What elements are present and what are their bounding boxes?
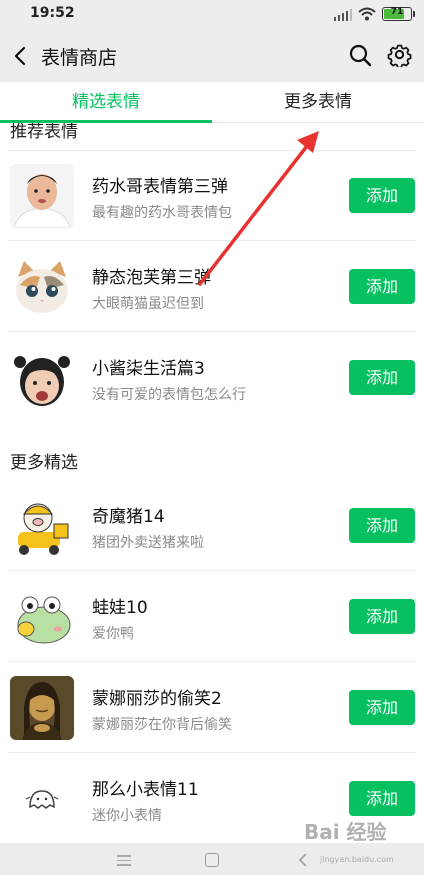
wifi-icon (358, 7, 376, 21)
battery-icon: 71 (382, 7, 415, 21)
sticker-title: 小酱柒生活篇3 (92, 359, 205, 379)
add-button[interactable]: 添加 (349, 360, 415, 395)
nav-bar: 表情商店 (0, 30, 424, 82)
sticker-title: 奇魔猪14 (92, 507, 165, 527)
sticker-subtitle: 最有趣的药水哥表情包 (92, 205, 232, 221)
add-button[interactable]: 添加 (349, 781, 415, 816)
add-button[interactable]: 添加 (349, 178, 415, 213)
sticker-thumbnail (10, 767, 74, 831)
add-button[interactable]: 添加 (349, 508, 415, 543)
sticker-thumbnail (10, 676, 74, 740)
sticker-subtitle: 大眼萌猫虽迟但到 (92, 296, 204, 312)
sticker-subtitle: 没有可爱的表情包怎么行 (92, 387, 246, 403)
sticker-list[interactable]: 推荐表情 药水哥表情第三弹 最有趣的药水哥表情包 添加 静态泡芙第三弹 大眼萌猫… (0, 123, 424, 843)
status-icons: 71 (333, 5, 415, 23)
sticker-subtitle: 爱你鸭 (92, 626, 134, 642)
search-icon[interactable] (348, 43, 372, 67)
sticker-subtitle: 迷你小表情 (92, 808, 162, 824)
sticker-thumbnail (10, 494, 74, 558)
watermark-logo: Bai 经验 (304, 820, 387, 844)
list-item[interactable]: 奇魔猪14 猪团外卖送猪来啦 添加 (0, 480, 424, 571)
sticker-title: 蒙娜丽莎的偷笑2 (92, 689, 222, 709)
sticker-subtitle: 猪团外卖送猪来啦 (92, 535, 204, 551)
back-icon[interactable] (10, 42, 30, 70)
list-item[interactable]: 小酱柒生活篇3 没有可爱的表情包怎么行 添加 (0, 332, 424, 423)
gear-icon[interactable] (387, 42, 412, 67)
tab-featured-stickers[interactable]: 精选表情 (0, 82, 212, 123)
home-icon[interactable] (205, 853, 219, 867)
sticker-thumbnail (10, 164, 74, 228)
section-header-recommended: 推荐表情 (10, 123, 78, 142)
list-item[interactable]: 蒙娜丽莎的偷笑2 蒙娜丽莎在你背后偷笑 添加 (0, 662, 424, 753)
battery-level: 71 (390, 7, 404, 17)
status-bar: 19:52 71 (0, 0, 424, 30)
list-item[interactable]: 静态泡芙第三弹 大眼萌猫虽迟但到 添加 (0, 241, 424, 332)
menu-icon[interactable] (117, 855, 131, 867)
sticker-title: 那么小表情11 (92, 780, 199, 800)
add-button[interactable]: 添加 (349, 599, 415, 634)
add-button[interactable]: 添加 (349, 269, 415, 304)
sticker-title: 蛙娃10 (92, 598, 148, 618)
watermark-url: jingyan.baidu.com (320, 855, 394, 864)
section-header-more: 更多精选 (10, 453, 78, 473)
sticker-subtitle: 蒙娜丽莎在你背后偷笑 (92, 717, 232, 733)
signal-icon (333, 8, 352, 21)
sticker-title: 静态泡芙第三弹 (92, 268, 211, 288)
sticker-thumbnail (10, 255, 74, 319)
add-button[interactable]: 添加 (349, 690, 415, 725)
tab-more-stickers[interactable]: 更多表情 (212, 82, 424, 123)
page-title: 表情商店 (41, 47, 118, 69)
list-item[interactable]: 蛙娃10 爱你鸭 添加 (0, 571, 424, 662)
sticker-thumbnail (10, 346, 74, 410)
tab-bar: 精选表情 更多表情 (0, 82, 424, 123)
sticker-title: 药水哥表情第三弹 (92, 177, 228, 197)
status-time: 19:52 (30, 5, 75, 21)
sticker-thumbnail (10, 585, 74, 649)
list-item[interactable]: 药水哥表情第三弹 最有趣的药水哥表情包 添加 (0, 150, 424, 241)
